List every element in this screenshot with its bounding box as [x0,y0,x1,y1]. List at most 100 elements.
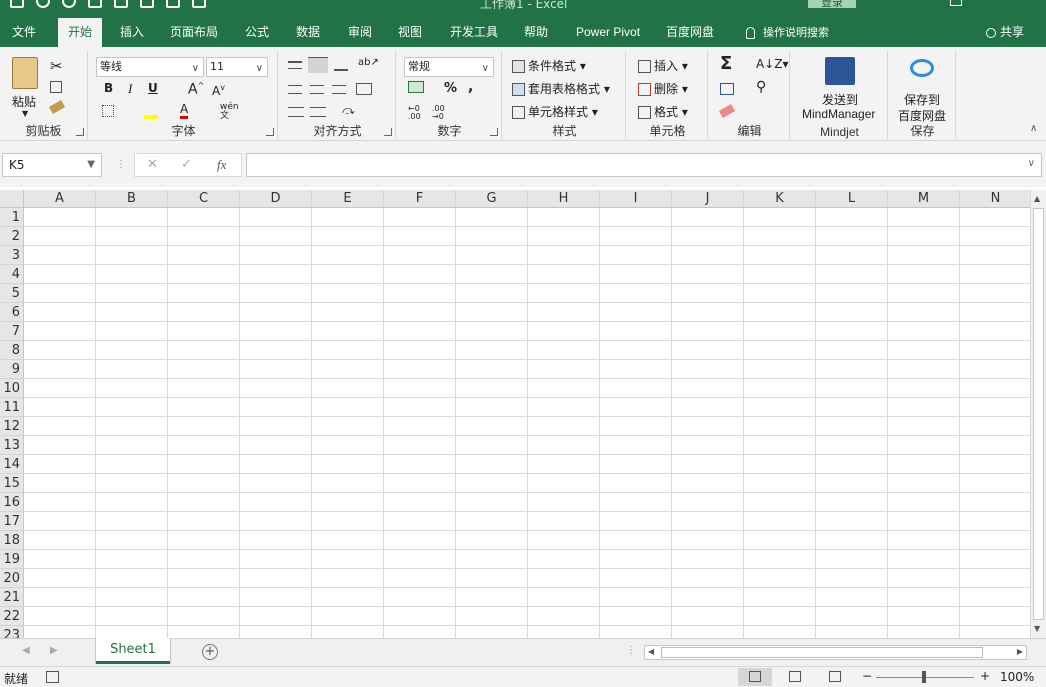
paste-dropdown-icon[interactable]: ▼ [22,109,28,118]
row-header[interactable]: 11 [0,398,24,417]
zoom-in-button[interactable]: + [980,669,990,683]
orientation-icon[interactable]: ab↗ [358,57,379,68]
tab-power-pivot[interactable]: Power Pivot [566,18,650,47]
redo-icon[interactable] [62,0,76,8]
row-header[interactable]: 6 [0,303,24,322]
row-header[interactable]: 10 [0,379,24,398]
page-break-view-button[interactable] [818,668,852,686]
sheet-bar-grip-icon[interactable]: ⋮ [626,645,636,656]
format-painter-icon[interactable] [48,100,66,114]
row-header[interactable]: 17 [0,512,24,531]
vertical-scroll-thumb[interactable] [1033,208,1044,620]
row-header[interactable]: 23 [0,626,24,638]
column-header[interactable]: L [816,190,888,208]
tab-formulas[interactable]: 公式 [235,18,279,47]
column-header[interactable]: H [528,190,600,208]
row-header[interactable]: 22 [0,607,24,626]
tab-data[interactable]: 数据 [286,18,330,47]
column-header[interactable]: M [888,190,960,208]
clear-icon[interactable] [718,104,736,118]
autosum-icon[interactable]: Σ [720,53,732,74]
print-icon[interactable] [114,0,128,8]
row-header[interactable]: 7 [0,322,24,341]
align-bottom-icon[interactable] [334,63,348,71]
shrink-font-button[interactable]: Av [212,83,225,98]
page-layout-view-button[interactable] [778,668,812,686]
formula-input[interactable]: ∨ [246,153,1042,177]
row-header[interactable]: 13 [0,436,24,455]
cut-icon[interactable]: ✂ [50,57,63,75]
insert-cells-button[interactable]: 插入 ▾ [638,57,688,74]
column-header[interactable]: F [384,190,456,208]
cancel-icon[interactable]: ✕ [147,157,158,172]
vertical-scrollbar[interactable]: ▲ ▼ [1030,190,1046,638]
zoom-percent[interactable]: 100% [1000,670,1034,684]
font-launcher-icon[interactable] [266,128,274,136]
row-header[interactable]: 1 [0,208,24,227]
font-color-button[interactable]: A [180,103,189,119]
increase-indent-icon[interactable] [310,107,326,117]
row-header[interactable]: 20 [0,569,24,588]
percent-button[interactable]: % [444,81,457,96]
column-header[interactable]: A [24,190,96,208]
name-box[interactable]: K5 ▼ [2,153,102,177]
format-as-table-button[interactable]: 套用表格格式 ▾ [512,80,610,97]
merge-center-icon[interactable] [356,83,372,95]
table-icon[interactable] [192,0,206,8]
close-icon[interactable] [1020,0,1032,6]
tab-review[interactable]: 审阅 [338,18,382,47]
chevron-down-icon[interactable]: ∨ [1028,158,1035,169]
paste-label[interactable]: 粘贴 [12,93,36,110]
row-header[interactable]: 9 [0,360,24,379]
fill-color-icon[interactable] [144,103,158,119]
column-header[interactable]: J [672,190,744,208]
row-header[interactable]: 15 [0,474,24,493]
save-icon[interactable] [10,0,24,8]
scroll-up-icon[interactable]: ▲ [1034,194,1040,203]
align-middle-icon[interactable] [308,57,328,73]
next-sheet-icon[interactable]: ▶ [50,645,58,656]
confirm-icon[interactable]: ✓ [181,157,192,172]
open-folder-icon[interactable] [166,0,180,8]
conditional-formatting-button[interactable]: 条件格式 ▾ [512,57,586,74]
column-header[interactable]: K [744,190,816,208]
column-header[interactable]: G [456,190,528,208]
paste-icon[interactable] [12,57,38,89]
borders-icon[interactable] [102,105,114,117]
print-preview-icon[interactable] [88,0,102,8]
mindmanager-icon[interactable] [825,57,855,85]
align-left-icon[interactable] [288,85,302,94]
currency-icon[interactable] [408,81,424,93]
tab-baidu-netdisk[interactable]: 百度网盘 [656,18,724,47]
select-all-button[interactable] [0,190,24,208]
tell-me-search[interactable]: 操作说明搜索 [736,18,839,47]
clipboard-launcher-icon[interactable] [76,128,84,136]
font-name-select[interactable]: 等线 ∨ [96,57,204,77]
restore-icon[interactable] [880,0,892,6]
underline-button[interactable]: U [148,81,158,95]
row-header[interactable]: 16 [0,493,24,512]
normal-view-button[interactable] [738,668,772,686]
sort-filter-icon[interactable]: A↓Z▾ [756,57,789,71]
tab-page-layout[interactable]: 页面布局 [160,18,228,47]
row-header[interactable]: 19 [0,550,24,569]
row-header[interactable]: 2 [0,227,24,246]
scroll-left-icon[interactable]: ◀ [648,647,654,656]
cell-area[interactable] [24,208,1030,638]
zoom-slider-thumb[interactable] [922,671,926,683]
share-button[interactable]: 共享 [985,18,1024,47]
tab-help[interactable]: 帮助 [514,18,558,47]
scroll-down-icon[interactable]: ▼ [1034,624,1040,633]
column-header[interactable]: C [168,190,240,208]
row-header[interactable]: 12 [0,417,24,436]
number-launcher-icon[interactable] [490,128,498,136]
column-header[interactable]: I [600,190,672,208]
decrease-indent-icon[interactable] [288,107,304,117]
italic-button[interactable]: I [128,81,132,97]
horizontal-scroll-thumb[interactable] [661,647,983,658]
save-to-baidu-line1[interactable]: 保存到 [904,91,940,108]
row-header[interactable]: 3 [0,246,24,265]
wrap-text-icon[interactable]: ⤼ [342,103,355,118]
undo-icon[interactable] [36,0,50,8]
tab-home[interactable]: 开始 [58,18,103,47]
